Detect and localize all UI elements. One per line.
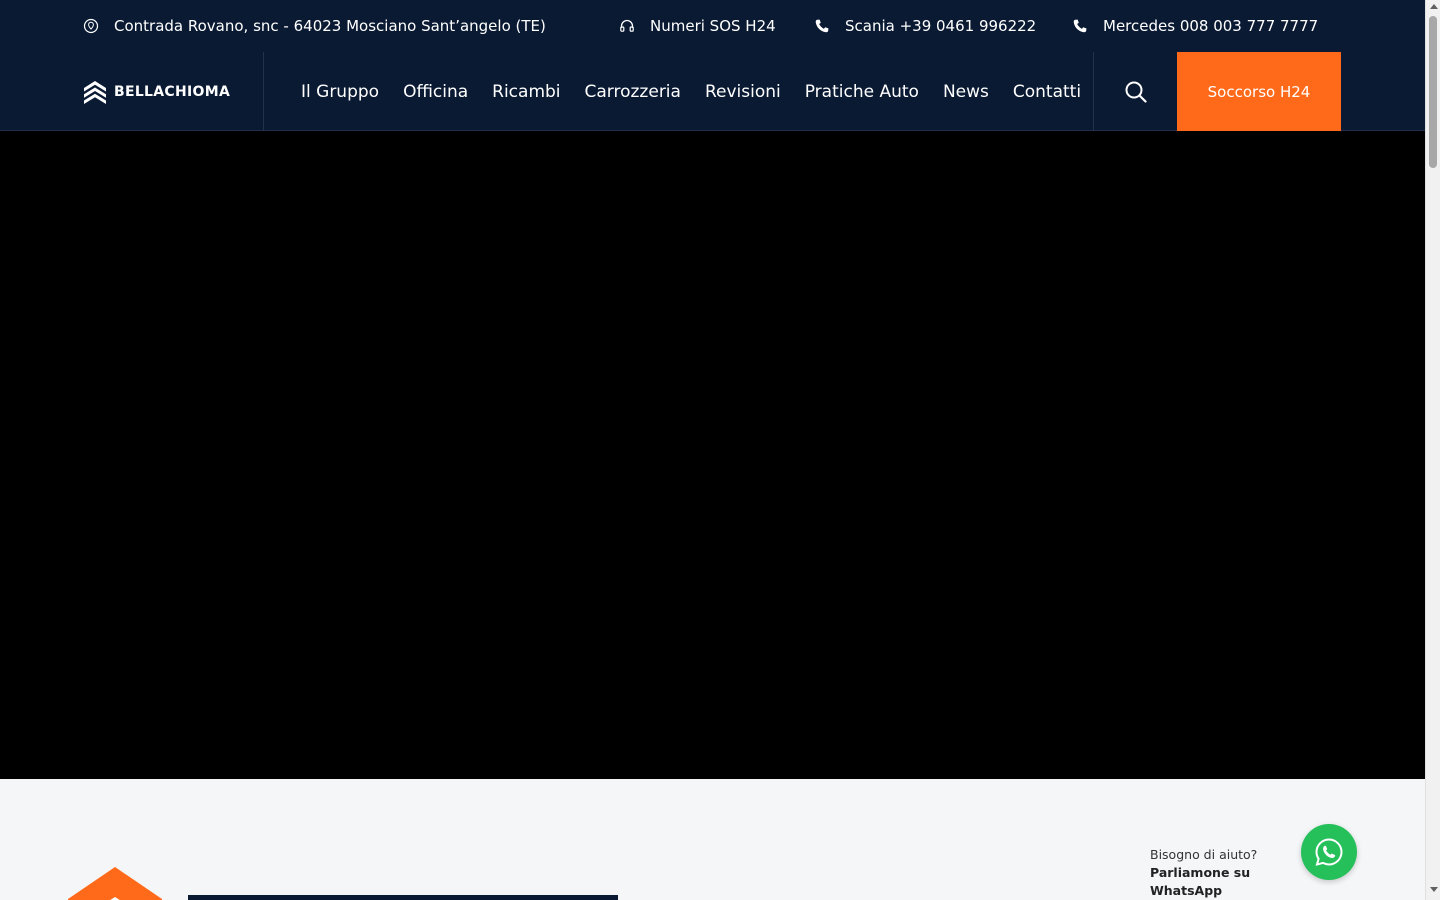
address-text: Contrada Rovano, snc - 64023 Mosciano Sa… [114, 17, 546, 35]
nav-item-contatti[interactable]: Contatti [1013, 82, 1081, 102]
scrollbar-thumb[interactable] [1429, 16, 1437, 168]
page-scrollbar[interactable] [1425, 0, 1440, 900]
main-menu: Il Gruppo Officina Ricambi Carrozzeria R… [301, 52, 1105, 131]
whatsapp-button[interactable] [1301, 824, 1357, 880]
address-info: Contrada Rovano, snc - 64023 Mosciano Sa… [82, 0, 546, 52]
nav-item-carrozzeria[interactable]: Carrozzeria [585, 82, 681, 102]
nav-item-il-gruppo[interactable]: Il Gruppo [301, 82, 379, 102]
nav-item-ricambi[interactable]: Ricambi [492, 82, 560, 102]
search-icon [1125, 81, 1147, 103]
location-pin-icon [82, 17, 100, 35]
soccorso-h24-button[interactable]: Soccorso H24 [1177, 52, 1341, 131]
page: Contrada Rovano, snc - 64023 Mosciano Sa… [0, 0, 1425, 900]
whatsapp-prompt[interactable]: Bisogno di aiuto? Parliamone su WhatsApp [1150, 846, 1290, 900]
sos-numbers-text: Numeri SOS H24 [650, 17, 776, 35]
whatsapp-prompt-title: Bisogno di aiuto? [1150, 847, 1258, 862]
mercedes-phone-text: Mercedes 008 003 777 7777 [1103, 17, 1319, 35]
top-info-bar: Contrada Rovano, snc - 64023 Mosciano Sa… [0, 0, 1425, 52]
scroll-down-arrow-icon[interactable] [1430, 887, 1438, 892]
nav-item-revisioni[interactable]: Revisioni [705, 82, 781, 102]
scania-phone-link[interactable]: Scania +39 0461 996222 [813, 0, 1036, 52]
search-button[interactable] [1120, 76, 1152, 108]
whatsapp-prompt-cta: Parliamone su WhatsApp [1150, 865, 1251, 898]
brand-name: BELLACHIOMA [114, 84, 231, 100]
nav-item-officina[interactable]: Officina [403, 82, 468, 102]
brand-logo-link[interactable]: BELLACHIOMA [82, 78, 230, 106]
whatsapp-icon [1315, 838, 1343, 866]
bellachioma-large-logo [68, 867, 618, 900]
hero-video[interactable] [0, 131, 1425, 779]
sos-numbers-link[interactable]: Numeri SOS H24 [618, 0, 776, 52]
nav-item-news[interactable]: News [943, 82, 989, 102]
main-navbar: BELLACHIOMA Il Gruppo Officina Ricambi C… [0, 52, 1425, 131]
phone-icon [1071, 17, 1089, 35]
phone-icon [813, 17, 831, 35]
nav-divider [263, 52, 264, 131]
mercedes-phone-link[interactable]: Mercedes 008 003 777 7777 [1071, 0, 1318, 52]
scroll-up-arrow-icon[interactable] [1430, 4, 1438, 9]
bellachioma-logo-icon [84, 81, 106, 104]
nav-item-pratiche-auto[interactable]: Pratiche Auto [805, 82, 919, 102]
scania-phone-text: Scania +39 0461 996222 [845, 17, 1037, 35]
headset-icon [618, 17, 636, 35]
nav-divider [1093, 52, 1094, 131]
